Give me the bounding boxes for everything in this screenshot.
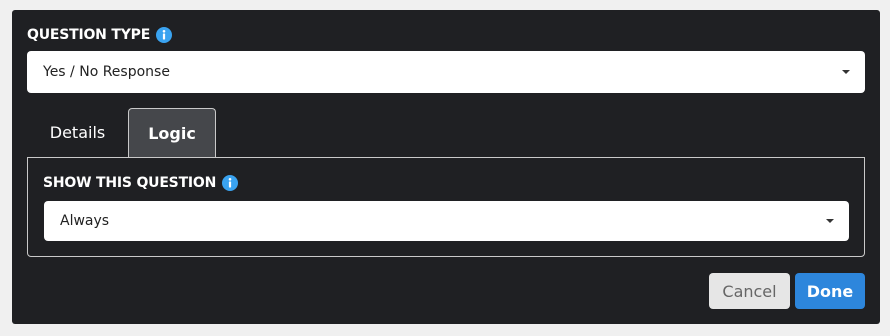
tab-logic[interactable]: Logic [128, 108, 216, 157]
logic-tab-panel: SHOW THIS QUESTION Always [27, 157, 865, 257]
question-type-select[interactable]: Yes / No Response [27, 51, 865, 93]
chevron-down-icon [826, 219, 834, 223]
tab-details-label: Details [49, 123, 106, 142]
question-type-value: Yes / No Response [43, 64, 170, 80]
info-icon[interactable] [156, 27, 173, 43]
show-question-select[interactable]: Always [44, 201, 849, 241]
cancel-button[interactable]: Cancel [709, 273, 790, 309]
info-icon[interactable] [222, 175, 239, 191]
show-question-label: SHOW THIS QUESTION [43, 175, 217, 191]
question-editor-panel: QUESTION TYPE Yes / No Response Details … [12, 10, 880, 324]
show-question-value: Always [60, 213, 110, 229]
chevron-down-icon [842, 70, 850, 74]
done-button-label: Done [806, 281, 854, 301]
tab-details[interactable]: Details [27, 108, 128, 157]
done-button[interactable]: Done [795, 273, 865, 309]
question-type-label: QUESTION TYPE [27, 27, 151, 43]
show-question-label-row: SHOW THIS QUESTION [43, 175, 239, 191]
question-type-label-row: QUESTION TYPE [27, 27, 173, 43]
tab-logic-label: Logic [148, 123, 196, 143]
cancel-button-label: Cancel [722, 281, 777, 301]
